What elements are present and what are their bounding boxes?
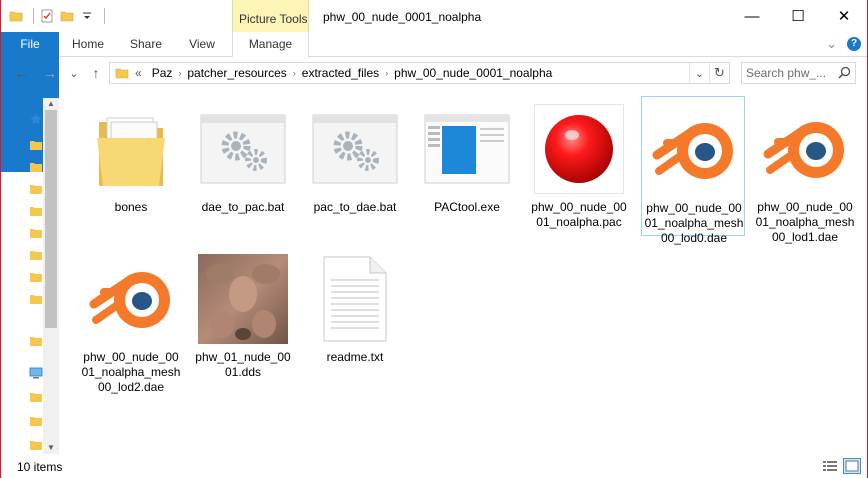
details-view-icon[interactable] <box>821 458 839 474</box>
file-item-mesh00-lod0-dae[interactable]: phw_00_nude_0001_noalpha_mesh00_lod0.dae <box>641 96 745 245</box>
address-bar[interactable]: « Paz › patcher_resources › extracted_fi… <box>109 62 730 84</box>
tab-share[interactable]: Share <box>123 32 169 57</box>
file-item-mesh00-lod2-dae[interactable]: phw_00_nude_0001_noalpha_mesh00_lod2.dae <box>79 246 183 394</box>
file-name: phw_00_nude_0001_noalpha_mesh00_lod0.dae <box>644 201 744 245</box>
file-item-readme-txt[interactable]: readme.txt <box>303 246 407 386</box>
back-button[interactable]: ← <box>13 64 31 82</box>
quick-access-toolbar <box>9 8 105 24</box>
status-bar: 10 items <box>1 454 867 478</box>
customize-qat-icon[interactable] <box>80 9 94 23</box>
quick-access-star-icon[interactable] <box>29 112 43 126</box>
folder-icon[interactable] <box>9 9 23 23</box>
file-item-pac[interactable]: phw_00_nude_0001_noalpha.pac <box>527 96 631 236</box>
file-item-pac-to-dae-bat[interactable]: pac_to_dae.bat <box>303 96 407 236</box>
search-icon[interactable] <box>838 66 851 79</box>
toolbar-divider <box>33 8 34 24</box>
address-row: ← → ⌄ ↑ « Paz › patcher_resources › extr… <box>1 58 867 88</box>
close-button[interactable]: ✕ <box>821 0 867 32</box>
file-name: phw_00_nude_0001_noalpha.pac <box>531 200 627 229</box>
batch-file-icon <box>310 104 400 194</box>
file-name: PACtool.exe <box>434 200 500 214</box>
title-bar: Picture Tools phw_00_nude_0001_noalpha —… <box>1 0 867 32</box>
expand-ribbon-icon[interactable]: ⌄ <box>826 36 837 52</box>
folder-icon <box>115 68 129 79</box>
breadcrumb-patcher-resources[interactable]: patcher_resources <box>181 66 292 80</box>
tab-view[interactable]: View <box>181 32 223 57</box>
tab-manage[interactable]: Manage <box>232 32 309 57</box>
picture-tools-label: Picture Tools <box>239 12 308 26</box>
breadcrumb-paz[interactable]: Paz <box>146 66 179 80</box>
picture-tools-tab-group: Picture Tools <box>232 0 309 32</box>
search-box[interactable] <box>741 62 856 84</box>
file-item-dds[interactable]: phw_01_nude_0001.dds <box>191 246 295 386</box>
file-name: dae_to_pac.bat <box>201 200 285 214</box>
this-pc-icon[interactable] <box>29 366 43 380</box>
file-name: phw_00_nude_0001_noalpha_mesh00_lod1.dae <box>755 200 855 244</box>
folder-icon[interactable] <box>29 390 43 404</box>
file-name: phw_01_nude_0001.dds <box>195 350 291 379</box>
properties-icon[interactable] <box>40 9 54 23</box>
recent-locations-button[interactable]: ⌄ <box>65 64 83 82</box>
folder-icon[interactable] <box>29 160 43 174</box>
breadcrumb-current-folder[interactable]: phw_00_nude_0001_noalpha <box>388 66 558 80</box>
tab-home[interactable]: Home <box>65 32 111 57</box>
up-button[interactable]: ↑ <box>87 64 105 82</box>
file-item-bones[interactable]: bones <box>79 96 183 236</box>
explorer-window: Picture Tools phw_00_nude_0001_noalpha —… <box>0 0 868 478</box>
forward-button[interactable]: → <box>41 64 59 82</box>
folder-icon[interactable] <box>29 438 43 452</box>
folder-icon[interactable] <box>29 204 43 218</box>
folder-icon[interactable] <box>29 248 43 262</box>
large-icons-view-icon[interactable] <box>843 458 861 474</box>
file-name: readme.txt <box>326 350 384 364</box>
file-list-pane: bones dae_to_pac.bat pac_to_dae.bat PACt… <box>59 88 867 454</box>
onedrive-folder-icon[interactable] <box>29 334 43 348</box>
scroll-down-arrow-icon[interactable]: ▼ <box>43 442 59 454</box>
nav-pane-scrollbar[interactable]: ▲ ▼ <box>43 98 59 454</box>
ribbon-controls: ⌄ ? <box>826 36 861 52</box>
refresh-icon[interactable]: ↻ <box>709 63 729 83</box>
folder-icon[interactable] <box>29 182 43 196</box>
breadcrumb-extracted-files[interactable]: extracted_files <box>296 66 385 80</box>
folder-icon[interactable] <box>29 226 43 240</box>
toolbar-divider <box>104 8 105 24</box>
item-count: 10 items <box>17 460 63 474</box>
ribbon-tabs: File Home Share View Manage ⌄ ? <box>1 32 867 172</box>
address-dropdown-icon[interactable]: ⌄ <box>689 63 709 83</box>
scrollbar-thumb[interactable] <box>45 110 57 328</box>
application-icon <box>422 104 512 194</box>
file-item-dae-to-pac-bat[interactable]: dae_to_pac.bat <box>191 96 295 236</box>
file-name: pac_to_dae.bat <box>313 200 397 214</box>
file-name: bones <box>114 200 148 214</box>
blender-icon <box>86 254 176 344</box>
minimize-button[interactable]: — <box>729 0 775 32</box>
text-file-icon <box>310 254 400 344</box>
breadcrumb-overflow[interactable]: « <box>129 66 146 80</box>
scroll-up-arrow-icon[interactable]: ▲ <box>43 98 59 110</box>
search-input[interactable] <box>746 64 832 82</box>
blender-icon <box>649 105 739 195</box>
file-item-pactool-exe[interactable]: PACtool.exe <box>415 96 519 236</box>
maximize-button[interactable]: ☐ <box>775 0 821 32</box>
batch-file-icon <box>198 104 288 194</box>
help-icon[interactable]: ? <box>847 37 861 51</box>
blender-icon <box>760 104 850 194</box>
folder-icon <box>86 104 176 194</box>
new-folder-icon[interactable] <box>60 9 74 23</box>
folder-icon[interactable] <box>29 270 43 284</box>
folder-icon[interactable] <box>29 414 43 428</box>
folder-icon[interactable] <box>29 292 43 306</box>
file-name: phw_00_nude_0001_noalpha_mesh00_lod2.dae <box>81 350 181 394</box>
pac-file-thumbnail <box>534 104 624 194</box>
window-title: phw_00_nude_0001_noalpha <box>323 10 482 24</box>
file-item-mesh00-lod1-dae[interactable]: phw_00_nude_0001_noalpha_mesh00_lod1.dae <box>753 96 857 244</box>
folder-icon[interactable] <box>29 138 43 152</box>
texture-thumbnail <box>198 254 288 344</box>
